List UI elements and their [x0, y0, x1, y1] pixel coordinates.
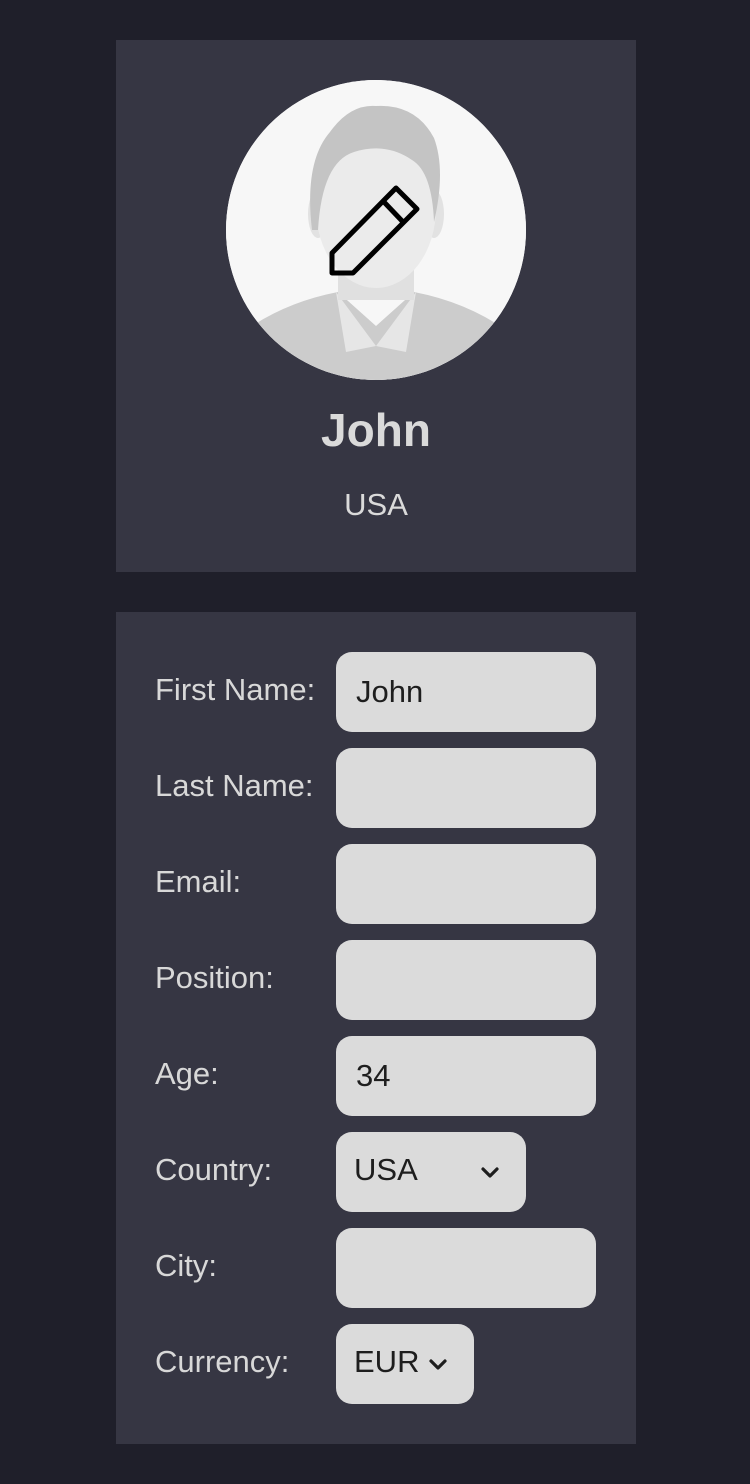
position-field[interactable]	[336, 940, 596, 1020]
first-name-field[interactable]	[336, 652, 596, 732]
form-row-last-name: Last Name:	[116, 748, 636, 828]
form-row-city: City:	[116, 1228, 636, 1308]
city-field[interactable]	[336, 1228, 596, 1308]
position-label: Position:	[155, 960, 274, 995]
form-row-first-name: First Name:	[116, 652, 636, 732]
form-row-position: Position:	[116, 940, 636, 1020]
form-row-currency: Currency: EUR	[116, 1324, 636, 1404]
profile-form: First Name: Last Name: Email: Position: …	[116, 612, 636, 1444]
currency-select-value: EUR	[354, 1344, 420, 1379]
email-label: Email:	[155, 864, 242, 899]
avatar[interactable]	[226, 80, 526, 380]
last-name-field[interactable]	[336, 748, 596, 828]
first-name-label: First Name:	[155, 672, 316, 707]
currency-select[interactable]: EUR	[336, 1324, 474, 1404]
age-field[interactable]	[336, 1036, 596, 1116]
chevron-down-icon	[429, 1359, 447, 1370]
country-select[interactable]: USA	[336, 1132, 526, 1212]
form-row-email: Email:	[116, 844, 636, 924]
profile-card: John USA	[116, 40, 636, 572]
age-label: Age:	[155, 1056, 219, 1091]
profile-country: USA	[344, 487, 408, 522]
form-row-country: Country: USA	[116, 1132, 636, 1212]
pencil-icon[interactable]	[326, 183, 426, 283]
last-name-label: Last Name:	[155, 768, 314, 803]
city-label: City:	[155, 1248, 217, 1283]
email-field[interactable]	[336, 844, 596, 924]
country-label: Country:	[155, 1152, 273, 1187]
form-row-age: Age:	[116, 1036, 636, 1116]
country-select-value: USA	[354, 1152, 418, 1187]
profile-name: John	[321, 404, 431, 456]
currency-label: Currency:	[155, 1344, 290, 1379]
chevron-down-icon	[481, 1167, 499, 1178]
